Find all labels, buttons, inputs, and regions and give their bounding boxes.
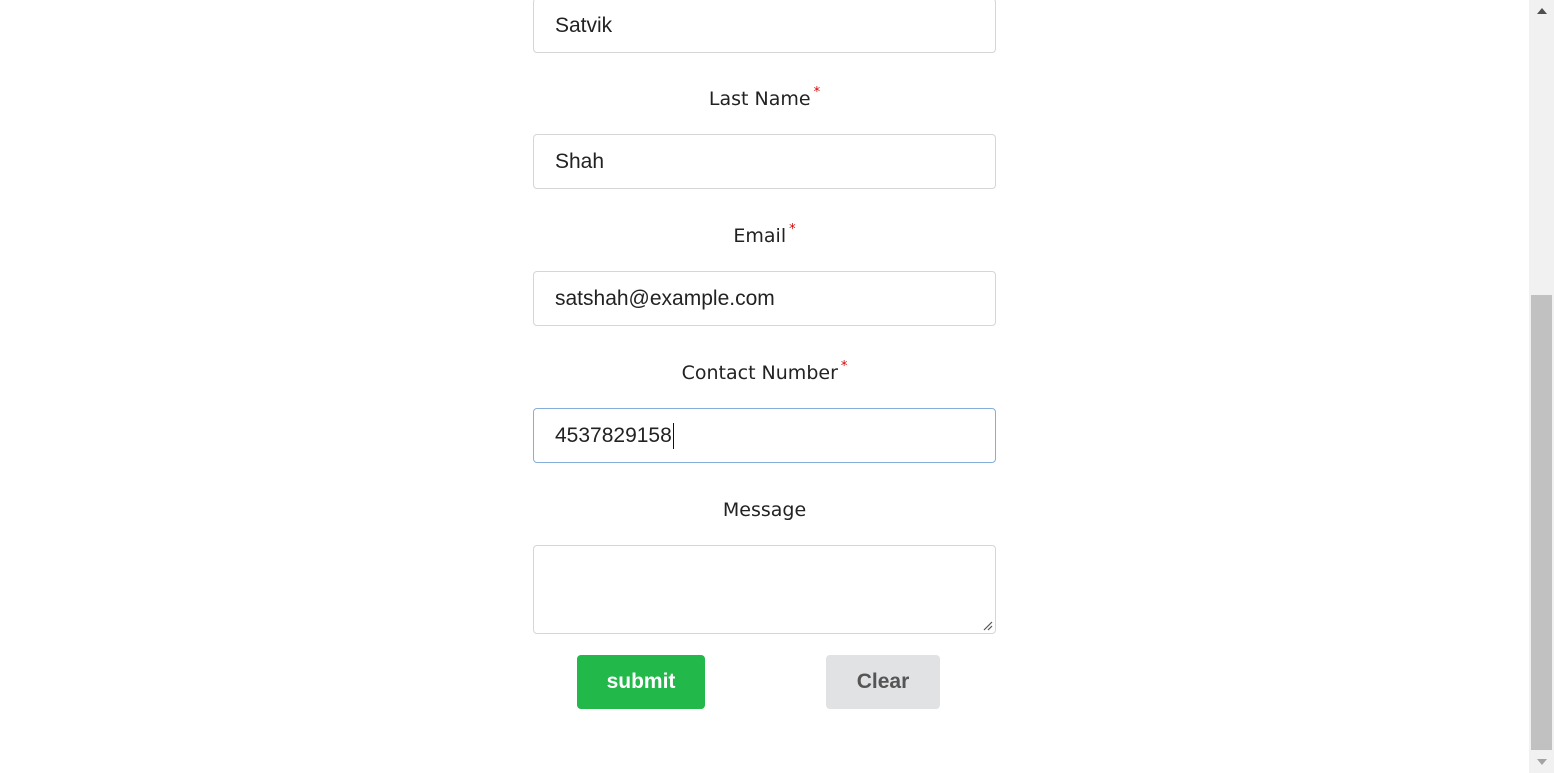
clear-button[interactable]: Clear [826, 655, 940, 709]
scrollbar-thumb[interactable] [1531, 295, 1552, 750]
last-name-input[interactable]: Shah [533, 134, 996, 189]
first-name-value: Satvik [555, 13, 613, 37]
email-required-marker: * [789, 222, 796, 237]
text-caret [672, 422, 674, 449]
resize-handle-icon[interactable] [981, 619, 993, 631]
clear-button-label: Clear [856, 670, 910, 693]
submit-button[interactable]: submit [577, 655, 705, 709]
last-name-value: Shah [555, 149, 605, 173]
message-label: Message [533, 499, 996, 521]
contact-form-page: Satvik Last Name * Shah Email * satshah@ex… [0, 0, 1554, 773]
contact-number-label: Contact Number * [533, 359, 996, 384]
scroll-down-arrow-icon[interactable] [1529, 751, 1554, 773]
message-textarea[interactable] [533, 545, 996, 634]
contact-number-input[interactable]: 4537829158 [533, 408, 996, 463]
scroll-up-arrow-icon[interactable] [1529, 0, 1554, 22]
contact-number-value: 4537829158 [555, 423, 672, 447]
email-label: Email * [533, 222, 996, 247]
submit-button-label: submit [606, 670, 676, 693]
message-label-text: Message [722, 499, 807, 521]
email-input[interactable]: satshah@example.com [533, 271, 996, 326]
first-name-input[interactable]: Satvik [533, 0, 996, 53]
last-name-label-text: Last Name [708, 88, 811, 110]
vertical-scrollbar[interactable] [1529, 0, 1554, 773]
contact-number-label-text: Contact Number [681, 362, 838, 384]
email-label-text: Email [733, 225, 787, 247]
last-name-required-marker: * [813, 85, 821, 100]
email-value: satshah@example.com [555, 286, 775, 310]
contact-number-required-marker: * [840, 359, 848, 374]
last-name-label: Last Name * [533, 85, 996, 110]
